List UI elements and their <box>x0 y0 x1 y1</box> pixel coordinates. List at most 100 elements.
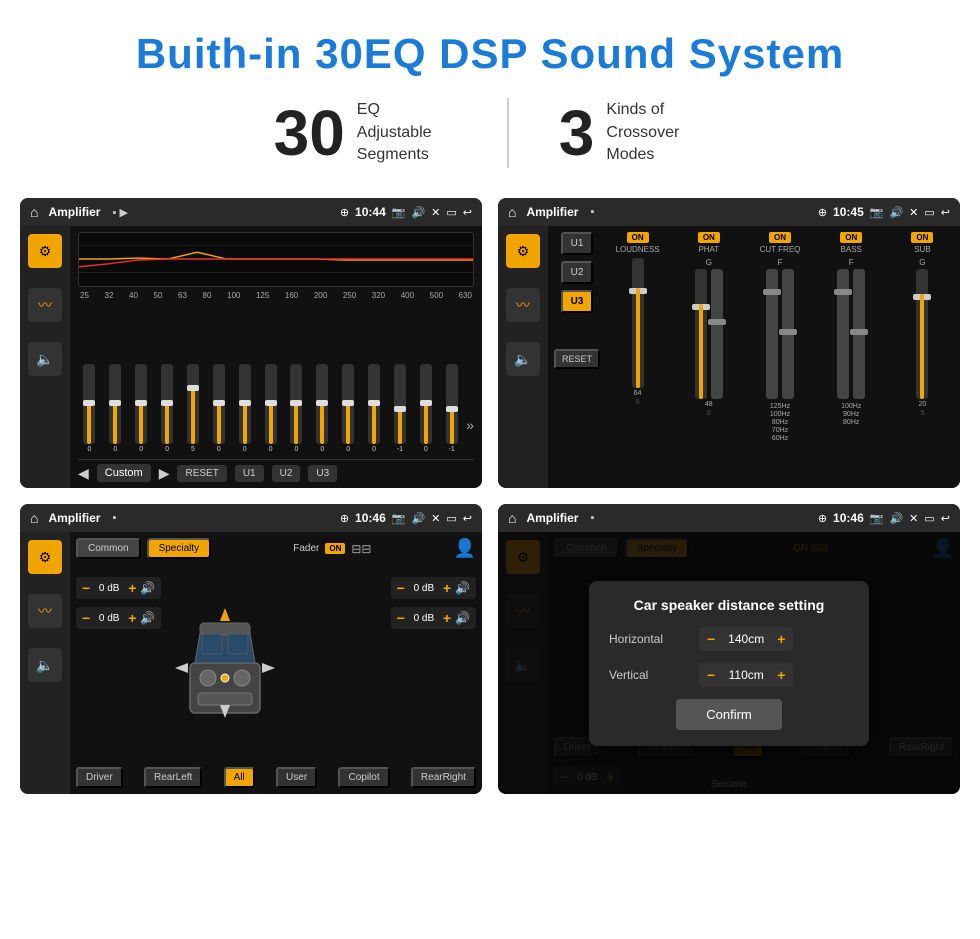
phat-label: PHAT <box>698 245 719 254</box>
all-btn[interactable]: All <box>224 767 255 788</box>
slider-col-1[interactable]: 0 <box>78 364 101 453</box>
back-icon-2: ↩ <box>941 206 950 219</box>
home-icon-4[interactable]: ⌂ <box>508 510 516 526</box>
home-icon-3[interactable]: ⌂ <box>30 510 38 526</box>
home-icon-1[interactable]: ⌂ <box>30 204 38 220</box>
horizontal-value: 140cm <box>721 632 771 646</box>
driver-btn[interactable]: Driver <box>76 767 123 788</box>
slider-col-11[interactable]: 0 <box>337 364 360 453</box>
channel-sub: ON SUB G 20 5 <box>891 232 954 482</box>
wave-icon-btn[interactable]: 〰 <box>28 288 62 322</box>
eq-icon-btn-3[interactable]: ⚙ <box>28 540 62 574</box>
more-icon[interactable]: » <box>466 417 474 453</box>
bass-slider[interactable]: F 100Hz 90Hz <box>837 258 865 426</box>
eq-icon-btn[interactable]: ⚙ <box>28 234 62 268</box>
left-rear-minus[interactable]: − <box>82 610 90 626</box>
user-btn[interactable]: User <box>276 767 317 788</box>
screen-speaker: ⌂ Amplifier ▪ ⊕ 10:46 📷 🔊 ✕ ▭ ↩ ⚙ 〰 🔈 <box>20 504 482 794</box>
rearleft-btn[interactable]: RearLeft <box>144 767 202 788</box>
status-bar-1: ⌂ Amplifier ▪ ▶ ⊕ 10:44 📷 🔊 ✕ ▭ ↩ <box>20 198 482 226</box>
common-btn[interactable]: Common <box>76 538 141 559</box>
left-front-minus[interactable]: − <box>82 580 90 596</box>
screens-grid: ⌂ Amplifier ▪ ▶ ⊕ 10:44 📷 🔊 ✕ ▭ ↩ ⚙ 〰 🔈 <box>20 198 960 794</box>
volume-icon-1: 🔊 <box>411 206 425 219</box>
u-buttons-col: U1 U2 U3 RESET <box>554 232 600 482</box>
fader-label: Fader <box>293 543 319 554</box>
fader-sliders-icon: ⊟⊟ <box>351 542 371 556</box>
dialog-box: Car speaker distance setting Horizontal … <box>589 581 869 746</box>
prev-btn[interactable]: ◀ <box>78 465 89 482</box>
right-rear-db: − 0 dB + 🔊 <box>391 607 476 629</box>
eq-number: 30 <box>274 101 345 165</box>
specialty-btn[interactable]: Specialty <box>147 538 212 559</box>
home-icon-2[interactable]: ⌂ <box>508 204 516 220</box>
rearright-btn[interactable]: RearRight <box>411 767 476 788</box>
right-front-plus[interactable]: + <box>443 580 451 596</box>
screen-crossover: ⌂ Amplifier ▪ ⊕ 10:45 📷 🔊 ✕ ▭ ↩ ⚙ 〰 🔈 <box>498 198 960 488</box>
reset-crossover-btn[interactable]: RESET <box>554 349 600 369</box>
wave-icon-btn-3[interactable]: 〰 <box>28 594 62 628</box>
app-name-1: Amplifier <box>48 205 100 219</box>
vertical-plus[interactable]: + <box>777 667 785 683</box>
phat-slider[interactable]: G 48 0 <box>695 258 723 417</box>
amp-top-row-3: Common Specialty Fader ON ⊟⊟ 👤 <box>76 538 476 559</box>
loudness-slider[interactable]: 64 0 <box>632 258 644 406</box>
left-rear-plus[interactable]: + <box>128 610 136 626</box>
slider-col-12[interactable]: 0 <box>363 364 386 453</box>
reset-btn[interactable]: RESET <box>177 465 226 482</box>
u2-btn[interactable]: U2 <box>272 465 301 482</box>
screen-dialog: ⌂ Amplifier ▪ ⊕ 10:46 📷 🔊 ✕ ▭ ↩ ⚙ 〰 🔈 <box>498 504 960 794</box>
eq-icon-btn-2[interactable]: ⚙ <box>506 234 540 268</box>
u3-crossover-btn[interactable]: U3 <box>561 290 594 313</box>
speaker-icon-btn[interactable]: 🔈 <box>28 342 62 376</box>
crossover-desc-1: Kinds of <box>606 99 706 121</box>
mirror-icon-2: ▭ <box>924 206 934 219</box>
right-front-value: 0 dB <box>409 583 439 594</box>
slider-col-6[interactable]: 0 <box>207 364 230 453</box>
status-bar-3: ⌂ Amplifier ▪ ⊕ 10:46 📷 🔊 ✕ ▭ ↩ <box>20 504 482 532</box>
u2-crossover-btn[interactable]: U2 <box>561 261 594 284</box>
left-front-db: − 0 dB + 🔊 <box>76 577 161 599</box>
slider-col-8[interactable]: 0 <box>259 364 282 453</box>
slider-col-15[interactable]: -1 <box>440 364 463 453</box>
slider-col-10[interactable]: 0 <box>311 364 334 453</box>
slider-col-2[interactable]: 0 <box>104 364 127 453</box>
sub-on-badge: ON <box>911 232 933 243</box>
u1-btn[interactable]: U1 <box>235 465 264 482</box>
cutfreq-on-badge: ON <box>769 232 791 243</box>
slider-col-3[interactable]: 0 <box>130 364 153 453</box>
right-rear-minus[interactable]: − <box>397 610 405 626</box>
channel-loudness: ON LOUDNESS 64 0 <box>606 232 669 482</box>
speaker-icon-btn-2[interactable]: 🔈 <box>506 342 540 376</box>
close-icon-4: ✕ <box>909 512 918 525</box>
u3-btn[interactable]: U3 <box>308 465 337 482</box>
fader-row: Fader ON ⊟⊟ <box>293 542 371 556</box>
status-icons-1: ⊕ 10:44 📷 🔊 ✕ ▭ ↩ <box>340 205 472 219</box>
slider-col-5[interactable]: 5 <box>182 364 205 453</box>
u1-crossover-btn[interactable]: U1 <box>561 232 594 255</box>
horizontal-plus[interactable]: + <box>777 631 785 647</box>
back-icon-3: ↩ <box>463 512 472 525</box>
vertical-minus[interactable]: − <box>707 667 715 683</box>
cutfreq-slider[interactable]: F 125Hz 100Hz <box>766 258 794 442</box>
slider-col-4[interactable]: 0 <box>156 364 179 453</box>
wave-icon-btn-2[interactable]: 〰 <box>506 288 540 322</box>
confirm-button[interactable]: Confirm <box>676 699 782 730</box>
slider-col-13[interactable]: -1 <box>389 364 412 453</box>
right-front-minus[interactable]: − <box>397 580 405 596</box>
eq-freq-labels: 2532405063 80100125160200 25032040050063… <box>78 291 474 300</box>
horizontal-minus[interactable]: − <box>707 631 715 647</box>
copilot-btn[interactable]: Copilot <box>338 767 389 788</box>
right-rear-plus[interactable]: + <box>443 610 451 626</box>
eq-bottom-controls: ◀ Custom ▶ RESET U1 U2 U3 <box>78 459 474 482</box>
slider-col-7[interactable]: 0 <box>233 364 256 453</box>
slider-col-14[interactable]: 0 <box>414 364 437 453</box>
preset-label: Custom <box>97 464 151 482</box>
speaker-icon-btn-3[interactable]: 🔈 <box>28 648 62 682</box>
left-front-plus[interactable]: + <box>128 580 136 596</box>
slider-col-9[interactable]: 0 <box>285 364 308 453</box>
next-btn[interactable]: ▶ <box>159 465 170 482</box>
vertical-value: 110cm <box>721 668 771 682</box>
mirror-icon-1: ▭ <box>446 206 456 219</box>
sub-slider[interactable]: G 20 5 <box>916 258 928 417</box>
